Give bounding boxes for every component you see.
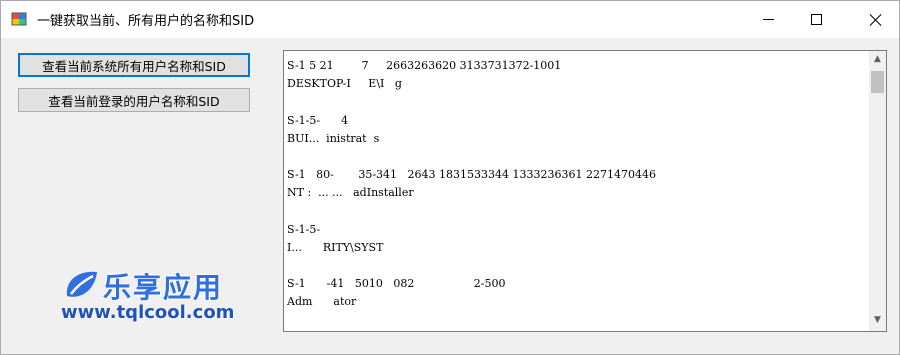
output-line: DESKTOP-I E\I g	[287, 77, 402, 91]
scroll-down-icon[interactable]: ▼	[873, 316, 882, 325]
watermark-url: www.tqlcool.com	[61, 302, 235, 323]
scroll-up-icon[interactable]: ▲	[873, 55, 882, 64]
output-line: S-1-5-	[287, 222, 321, 236]
output-line: I... RITY\SYST	[287, 240, 384, 254]
output-line: S-1 80- 35-341 2643 1831533344 133323636…	[287, 168, 656, 182]
app-icon	[11, 12, 27, 26]
app-window: 一键获取当前、所有用户的名称和SID 查看当前系统所有用户名称和SID 查看当前…	[0, 0, 900, 355]
watermark: 乐享应用 www.tqlcool.com	[61, 266, 261, 326]
output-line: S-1 -41 5010 082 2-500	[287, 277, 506, 291]
scroll-thumb[interactable]	[871, 71, 884, 93]
window-title: 一键获取当前、所有用户的名称和SID	[37, 14, 255, 29]
output-line: S-1-5- 4	[287, 113, 349, 127]
title-bar[interactable]: 一键获取当前、所有用户的名称和SID	[1, 1, 899, 38]
current-user-button[interactable]: 查看当前登录的用户名称和SID	[18, 88, 250, 112]
vertical-scrollbar[interactable]: ▲ ▼	[869, 51, 886, 331]
list-all-users-button[interactable]: 查看当前系统所有用户名称和SID	[18, 53, 250, 77]
output-lines: S-1 5 21 7 2663263620 3133731372-1001 DE…	[287, 57, 862, 330]
output-line: Adm ator	[287, 295, 357, 309]
maximize-icon	[810, 14, 822, 25]
output-line: NT : ... ... adInstaller	[287, 186, 414, 200]
maximize-button[interactable]	[793, 1, 839, 38]
output-line: BUI... inistrat s	[287, 131, 380, 145]
leaf-logo-icon	[66, 271, 97, 297]
minimize-button[interactable]	[745, 1, 791, 38]
output-textbox[interactable]: S-1 5 21 7 2663263620 3133731372-1001 DE…	[283, 50, 887, 332]
watermark-name: 乐享应用	[103, 271, 224, 304]
close-button[interactable]	[853, 1, 899, 38]
close-icon	[870, 14, 882, 26]
minimize-icon	[762, 19, 774, 20]
output-line: S-1 5 21 7 2663263620 3133731372-1001	[287, 59, 562, 72]
